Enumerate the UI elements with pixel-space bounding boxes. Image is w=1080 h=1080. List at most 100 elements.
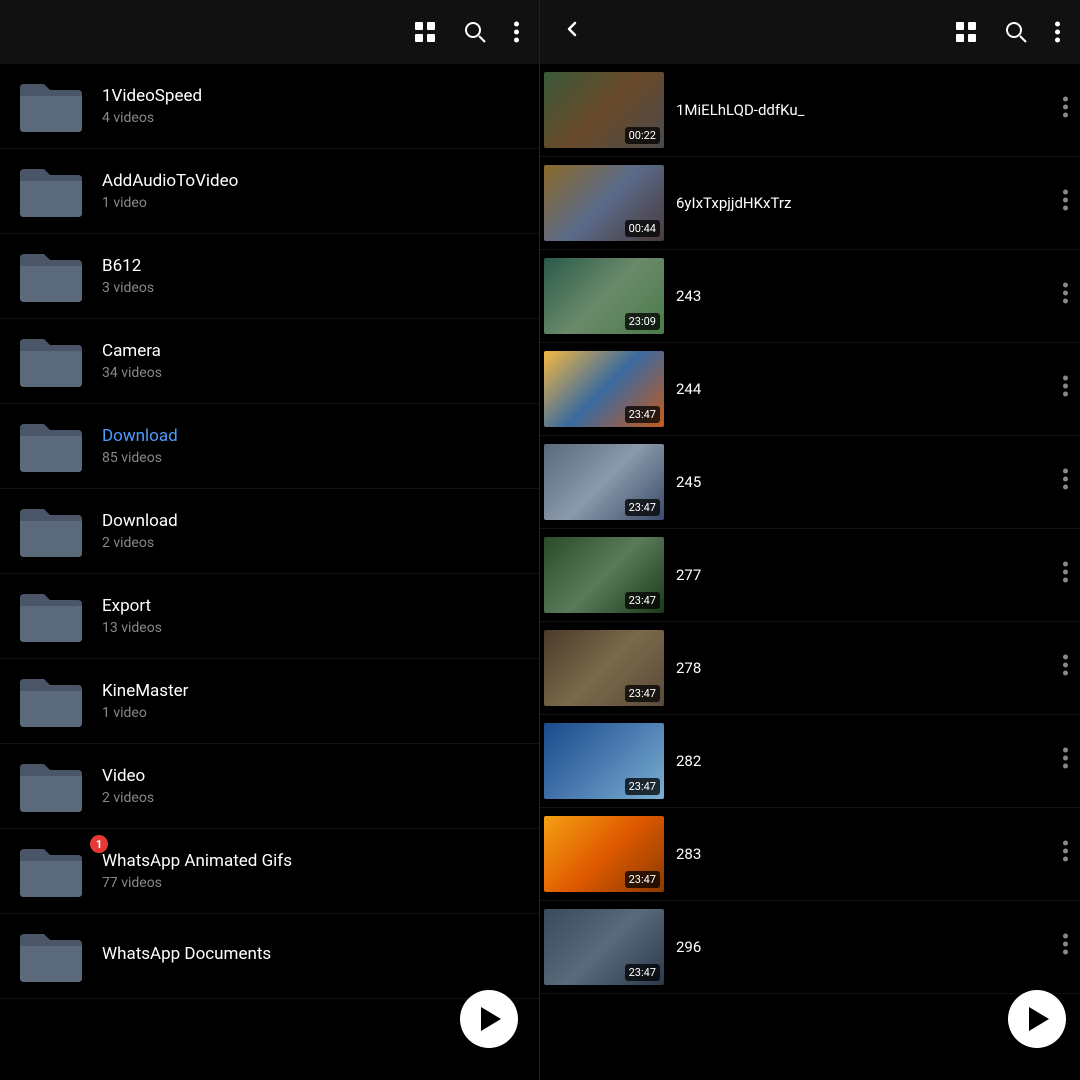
folder-item-b612[interactable]: B612 3 videos xyxy=(0,234,539,319)
video-thumbnail: 00:22 xyxy=(544,72,664,148)
right-play-fab[interactable] xyxy=(1008,990,1066,1048)
video-name: 245 xyxy=(676,473,1059,491)
duration-badge: 00:22 xyxy=(625,127,660,144)
folder-list: 1VideoSpeed 4 videos AddAudioToVideo 1 v… xyxy=(0,64,539,1080)
back-button[interactable] xyxy=(556,13,588,52)
video-item-v10[interactable]: 23:47 296 xyxy=(540,901,1080,994)
folder-count: 13 videos xyxy=(102,620,523,636)
folder-name: KineMaster xyxy=(102,681,523,701)
folder-item-download2[interactable]: Download 2 videos xyxy=(0,489,539,574)
folder-info: Export 13 videos xyxy=(102,596,523,636)
folder-icon-wrapper: 1 xyxy=(16,841,102,901)
folder-icon xyxy=(16,586,86,646)
video-item-v1[interactable]: 00:22 1MiELhLQD-ddfKu_ xyxy=(540,64,1080,157)
left-more-btn[interactable] xyxy=(510,17,523,47)
video-item-v9[interactable]: 23:47 283 xyxy=(540,808,1080,901)
video-thumbnail: 23:47 xyxy=(544,909,664,985)
video-thumbnail: 23:47 xyxy=(544,816,664,892)
video-more-btn[interactable] xyxy=(1059,88,1072,132)
folder-info: Video 2 videos xyxy=(102,766,523,806)
video-more-btn[interactable] xyxy=(1059,274,1072,318)
folder-info: WhatsApp Documents xyxy=(102,944,523,968)
folder-info: Camera 34 videos xyxy=(102,341,523,381)
left-play-fab[interactable] xyxy=(460,990,518,1048)
folder-item-1videospeed[interactable]: 1VideoSpeed 4 videos xyxy=(0,64,539,149)
video-name: 282 xyxy=(676,752,1059,770)
folder-name: AddAudioToVideo xyxy=(102,171,523,191)
video-thumbnail: 23:47 xyxy=(544,630,664,706)
video-thumbnail: 00:44 xyxy=(544,165,664,241)
notification-badge: 1 xyxy=(90,835,108,853)
video-name: 283 xyxy=(676,845,1059,863)
folder-item-whatsappgifs[interactable]: 1 WhatsApp Animated Gifs 77 videos xyxy=(0,829,539,914)
duration-badge: 23:47 xyxy=(625,871,660,888)
folder-count: 77 videos xyxy=(102,875,523,891)
folder-icon xyxy=(16,926,86,986)
folder-icon xyxy=(16,161,86,221)
video-name: 6yIxTxpjjdHKxTrz xyxy=(676,194,1059,212)
video-more-btn[interactable] xyxy=(1059,646,1072,690)
folder-item-kinemaster[interactable]: KineMaster 1 video xyxy=(0,659,539,744)
video-thumbnail: 23:47 xyxy=(544,444,664,520)
folder-name: B612 xyxy=(102,256,523,276)
video-item-v4[interactable]: 23:47 244 xyxy=(540,343,1080,436)
folder-count: 2 videos xyxy=(102,535,523,551)
video-more-btn[interactable] xyxy=(1059,367,1072,411)
folder-count: 4 videos xyxy=(102,110,523,126)
duration-badge: 23:47 xyxy=(625,499,660,516)
video-more-btn[interactable] xyxy=(1059,925,1072,969)
left-panel: 1VideoSpeed 4 videos AddAudioToVideo 1 v… xyxy=(0,0,540,1080)
folder-icon-wrapper xyxy=(16,416,102,476)
video-more-btn[interactable] xyxy=(1059,832,1072,876)
video-thumbnail: 23:47 xyxy=(544,723,664,799)
right-header-icons xyxy=(951,17,1064,47)
folder-icon-wrapper xyxy=(16,331,102,391)
folder-item-addaudiotovideo[interactable]: AddAudioToVideo 1 video xyxy=(0,149,539,234)
folder-icon xyxy=(16,501,86,561)
folder-item-camera[interactable]: Camera 34 videos xyxy=(0,319,539,404)
video-item-v3[interactable]: 23:09 243 xyxy=(540,250,1080,343)
video-more-btn[interactable] xyxy=(1059,553,1072,597)
right-more-btn[interactable] xyxy=(1051,17,1064,47)
video-more-btn[interactable] xyxy=(1059,460,1072,504)
video-item-v2[interactable]: 00:44 6yIxTxpjjdHKxTrz xyxy=(540,157,1080,250)
folder-info: WhatsApp Animated Gifs 77 videos xyxy=(102,851,523,891)
video-thumbnail: 23:09 xyxy=(544,258,664,334)
video-more-btn[interactable] xyxy=(1059,739,1072,783)
folder-icon xyxy=(16,841,86,901)
video-name: 1MiELhLQD-ddfKu_ xyxy=(676,101,1059,119)
folder-info: Download 2 videos xyxy=(102,511,523,551)
left-grid-btn[interactable] xyxy=(410,17,440,47)
play-icon xyxy=(481,1007,501,1031)
play-icon-right xyxy=(1029,1007,1049,1031)
video-item-v6[interactable]: 23:47 277 xyxy=(540,529,1080,622)
left-search-btn[interactable] xyxy=(460,17,490,47)
folder-icon-wrapper xyxy=(16,246,102,306)
right-grid-btn[interactable] xyxy=(951,17,981,47)
video-item-v5[interactable]: 23:47 245 xyxy=(540,436,1080,529)
folder-name: WhatsApp Animated Gifs xyxy=(102,851,523,871)
folder-count: 1 video xyxy=(102,705,523,721)
folder-item-download85[interactable]: Download 85 videos xyxy=(0,404,539,489)
folder-icon xyxy=(16,756,86,816)
video-more-btn[interactable] xyxy=(1059,181,1072,225)
folder-icon-wrapper xyxy=(16,671,102,731)
video-name: 277 xyxy=(676,566,1059,584)
folder-item-export[interactable]: Export 13 videos xyxy=(0,574,539,659)
duration-badge: 00:44 xyxy=(625,220,660,237)
folder-item-video[interactable]: Video 2 videos xyxy=(0,744,539,829)
right-search-btn[interactable] xyxy=(1001,17,1031,47)
duration-badge: 23:47 xyxy=(625,406,660,423)
folder-icon xyxy=(16,416,86,476)
folder-icon-wrapper xyxy=(16,161,102,221)
folder-item-whatsappdocs[interactable]: WhatsApp Documents xyxy=(0,914,539,999)
folder-info: B612 3 videos xyxy=(102,256,523,296)
video-name: 244 xyxy=(676,380,1059,398)
video-name: 243 xyxy=(676,287,1059,305)
folder-icon-wrapper xyxy=(16,76,102,136)
folder-icon xyxy=(16,671,86,731)
right-header xyxy=(540,0,1080,64)
video-item-v7[interactable]: 23:47 278 xyxy=(540,622,1080,715)
video-item-v8[interactable]: 23:47 282 xyxy=(540,715,1080,808)
left-header xyxy=(0,0,539,64)
